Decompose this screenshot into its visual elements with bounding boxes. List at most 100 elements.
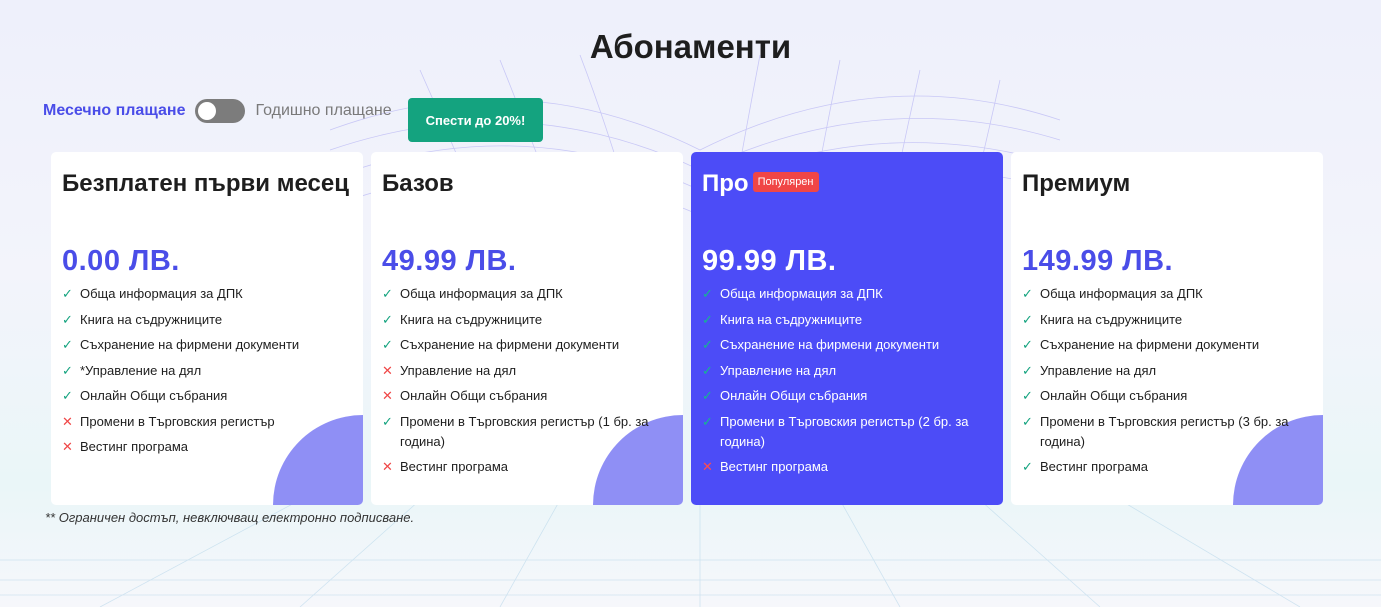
feature-list: ✓ Обща информация за ДПК ✓ Книга на съдружн… (702, 284, 993, 477)
feature-item: ✓ Промени в Търговския регистър (3 бр. за… (1022, 412, 1313, 452)
check-icon: ✓ (702, 337, 713, 352)
cross-icon: ✕ (382, 388, 393, 403)
feature-item: ✓ Вестинг програма (1022, 457, 1313, 477)
feature-text: Вестинг програма (720, 459, 829, 474)
cross-icon: ✕ (702, 459, 713, 474)
check-icon: ✓ (702, 413, 713, 429)
feature-item: ✕ Онлайн Общи събрания (382, 386, 673, 406)
yearly-billing-label[interactable]: Годишно плащане (255, 102, 391, 120)
feature-item: ✓ Съхранение на фирмени документи (382, 335, 673, 355)
check-icon: ✓ (702, 362, 713, 378)
feature-text: Книга на съдружниците (720, 311, 863, 327)
check-icon: ✓ (62, 311, 73, 327)
check-icon: ✓ (382, 286, 393, 301)
feature-item: ✓ Съхранение на фирмени документи (702, 335, 993, 355)
feature-item: ✕ Вестинг програма (702, 457, 993, 477)
feature-item: ✓ Управление на дял (702, 361, 993, 381)
check-icon: ✓ (702, 286, 713, 301)
plan-name: Про (702, 170, 749, 197)
plan-card-pro[interactable]: Про Популярен 99.99 ЛВ. ✓ Обща информация … (691, 152, 1003, 505)
check-icon: ✓ (1022, 311, 1033, 327)
feature-text: Съхранение на фирмени документи (1040, 337, 1260, 352)
feature-item: ✓ Обща информация за ДПК (382, 284, 673, 304)
feature-item: ✓ Книга на съдружниците (1022, 310, 1313, 330)
feature-item: ✓ Онлайн Общи събрания (702, 386, 993, 406)
check-icon: ✓ (62, 286, 73, 301)
feature-item: ✓ Книга на съдружниците (382, 310, 673, 330)
feature-text: Книга на съдружниците (1040, 311, 1183, 327)
feature-item: ✓ Обща информация за ДПК (702, 284, 993, 304)
check-icon: ✓ (702, 388, 713, 403)
feature-text: Промени в Търговския регистър (80, 413, 275, 429)
feature-list: ✓ Обща информация за ДПК ✓ Книга на съдружн… (382, 284, 673, 477)
feature-item: ✕ Управление на дял (382, 361, 673, 381)
plan-card-basic[interactable]: Базов 49.99 ЛВ. ✓ Обща информация за ДПК ✓… (371, 152, 683, 505)
plan-name-row: Про Популярен (702, 166, 993, 242)
popular-badge: Популярен (752, 171, 819, 192)
feature-text: Вестинг програма (1040, 459, 1149, 474)
feature-text: Онлайн Общи събрания (1040, 388, 1188, 403)
check-icon: ✓ (1022, 362, 1033, 378)
feature-text: Промени в Търговския регистър (3 бр. за … (1040, 413, 1289, 449)
cross-icon: ✕ (382, 362, 393, 378)
feature-item: ✕ Вестинг програма (382, 457, 673, 477)
feature-text: Онлайн Общи събрания (400, 388, 548, 403)
toggle-knob (198, 102, 217, 120)
feature-text: Вестинг програма (80, 439, 189, 454)
check-icon: ✓ (382, 337, 393, 352)
feature-item: ✓ Онлайн Общи събрания (1022, 386, 1313, 406)
check-icon: ✓ (1022, 459, 1033, 474)
check-icon: ✓ (62, 362, 73, 378)
feature-text: Промени в Търговския регистър (1 бр. за … (400, 413, 649, 449)
feature-list: ✓ Обща информация за ДПК ✓ Книга на съдружн… (62, 284, 353, 457)
feature-text: Съхранение на фирмени документи (400, 337, 620, 352)
check-icon: ✓ (1022, 413, 1033, 429)
feature-item: ✓ Обща информация за ДПК (1022, 284, 1313, 304)
feature-item: ✕ Промени в Търговския регистър (62, 412, 353, 432)
feature-text: Книга на съдружниците (400, 311, 543, 327)
feature-item: ✓ Съхранение на фирмени документи (1022, 335, 1313, 355)
plan-price: 49.99 ЛВ. (382, 245, 517, 277)
feature-item: ✓ Съхранение на фирмени документи (62, 335, 353, 355)
feature-text: Обща информация за ДПК (400, 286, 563, 301)
plan-card-premium[interactable]: Премиум 149.99 ЛВ. ✓ Обща информация за Д… (1011, 152, 1323, 505)
plan-card-free[interactable]: Безплатен първи месец 0.00 ЛВ. ✓ Обща инф… (51, 152, 363, 505)
plan-price: 0.00 ЛВ. (62, 245, 180, 277)
check-icon: ✓ (1022, 286, 1033, 301)
billing-toggle[interactable] (195, 99, 246, 123)
feature-text: Управление на дял (1040, 362, 1157, 378)
check-icon: ✓ (702, 311, 713, 327)
save-badge: Спести до 20%! (408, 98, 543, 142)
feature-text: Управление на дял (720, 362, 837, 378)
feature-item: ✓ *Управление на дял (62, 361, 353, 381)
billing-period-switch: Месечно плащане Годишно плащане (43, 96, 392, 126)
feature-text: Управление на дял (400, 362, 517, 378)
feature-item: ✓ Промени в Търговския регистър (1 бр. за… (382, 412, 673, 452)
cross-icon: ✕ (62, 413, 73, 429)
check-icon: ✓ (382, 311, 393, 327)
check-icon: ✓ (62, 388, 73, 403)
feature-item: ✓ Книга на съдружниците (702, 310, 993, 330)
feature-item: ✓ Промени в Търговския регистър (2 бр. за… (702, 412, 993, 452)
cross-icon: ✕ (62, 439, 73, 454)
plan-price: 149.99 ЛВ. (1022, 245, 1174, 277)
monthly-billing-label[interactable]: Месечно плащане (43, 102, 185, 120)
footnote: ** Ограничен достъп, невключващ електрон… (45, 510, 415, 525)
feature-list: ✓ Обща информация за ДПК ✓ Книга на съдружн… (1022, 284, 1313, 477)
check-icon: ✓ (1022, 388, 1033, 403)
feature-text: Промени в Търговския регистър (2 бр. за … (720, 413, 969, 449)
feature-text: Обща информация за ДПК (1040, 286, 1203, 301)
feature-text: Вестинг програма (400, 459, 509, 474)
pricing-cards: Безплатен първи месец 0.00 ЛВ. ✓ Обща инф… (51, 152, 1323, 505)
page-title: Абонаменти (589, 28, 792, 65)
feature-text: Книга на съдружниците (80, 311, 223, 327)
feature-item: ✓ Книга на съдружниците (62, 310, 353, 330)
feature-item: ✓ Управление на дял (1022, 361, 1313, 381)
feature-item: ✓ Онлайн Общи събрания (62, 386, 353, 406)
check-icon: ✓ (62, 337, 73, 352)
feature-text: Обща информация за ДПК (80, 286, 243, 301)
plan-name: Базов (382, 170, 454, 197)
feature-text: Обща информация за ДПК (720, 286, 883, 301)
feature-text: Съхранение на фирмени документи (80, 337, 300, 352)
plan-name: Безплатен първи месец (62, 170, 349, 197)
